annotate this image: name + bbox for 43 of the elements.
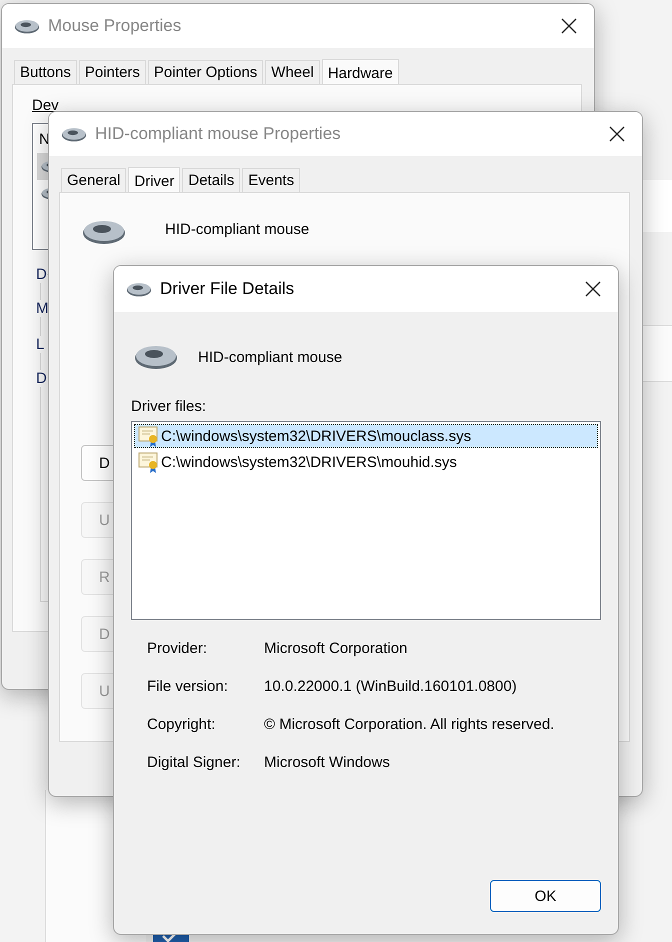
tab[interactable]: General — [61, 168, 126, 192]
mouse-icon — [134, 344, 178, 370]
files-label: Driver files: — [131, 398, 208, 415]
close-icon — [585, 281, 601, 297]
tab[interactable]: Pointers — [78, 60, 146, 84]
tab[interactable]: Details — [182, 168, 240, 192]
tab[interactable]: Driver — [128, 167, 180, 193]
close-icon — [609, 126, 625, 142]
tab[interactable]: Wheel — [265, 60, 320, 84]
window-title: Mouse Properties — [48, 16, 182, 36]
group-label: D — [36, 266, 47, 283]
mouse-icon — [14, 18, 40, 34]
window-title: HID-compliant mouse Properties — [95, 124, 342, 144]
device-name: HID-compliant mouse — [165, 221, 310, 238]
devices-label: Dev — [32, 97, 60, 115]
tab[interactable]: Events — [242, 168, 300, 192]
tab[interactable]: Hardware — [322, 59, 399, 85]
group-label: L — [36, 336, 44, 353]
property-label: File version: — [147, 678, 229, 695]
mouse-icon — [81, 219, 127, 245]
property-label: Copyright: — [147, 716, 216, 733]
mouse-icon — [61, 126, 87, 142]
window-title: Driver File Details — [160, 279, 296, 299]
file-path: C:\windows\system32\DRIVERS\mouhid.sys — [161, 454, 457, 470]
property-value: 10.0.22000.1 (WinBuild.160101.0800) — [264, 678, 518, 695]
file-row[interactable]: C:\windows\system32\DRIVERS\mouclass.sys — [134, 424, 598, 448]
file-row[interactable]: C:\windows\system32\DRIVERS\mouhid.sys — [134, 450, 598, 474]
tab[interactable]: Buttons — [14, 60, 77, 84]
property-value: © Microsoft Corporation. All rights reserved. — [264, 716, 556, 733]
property-value: Microsoft Corporation — [264, 640, 408, 657]
certificate-icon — [138, 425, 160, 447]
property-label: Digital Signer: — [147, 754, 242, 771]
mouse-icon — [126, 282, 152, 296]
ok-button[interactable]: OK — [490, 880, 601, 912]
group-label: M — [36, 300, 48, 317]
property-label: Provider: — [147, 640, 208, 657]
file-path: C:\windows\system32\DRIVERS\mouclass.sys — [161, 428, 472, 444]
close-icon — [561, 18, 577, 34]
tab[interactable]: Pointer Options — [148, 60, 264, 84]
device-name: HID-compliant mouse — [198, 348, 342, 366]
certificate-icon — [138, 451, 160, 473]
group-label: D — [36, 370, 47, 387]
property-value: Microsoft Windows — [264, 754, 391, 771]
